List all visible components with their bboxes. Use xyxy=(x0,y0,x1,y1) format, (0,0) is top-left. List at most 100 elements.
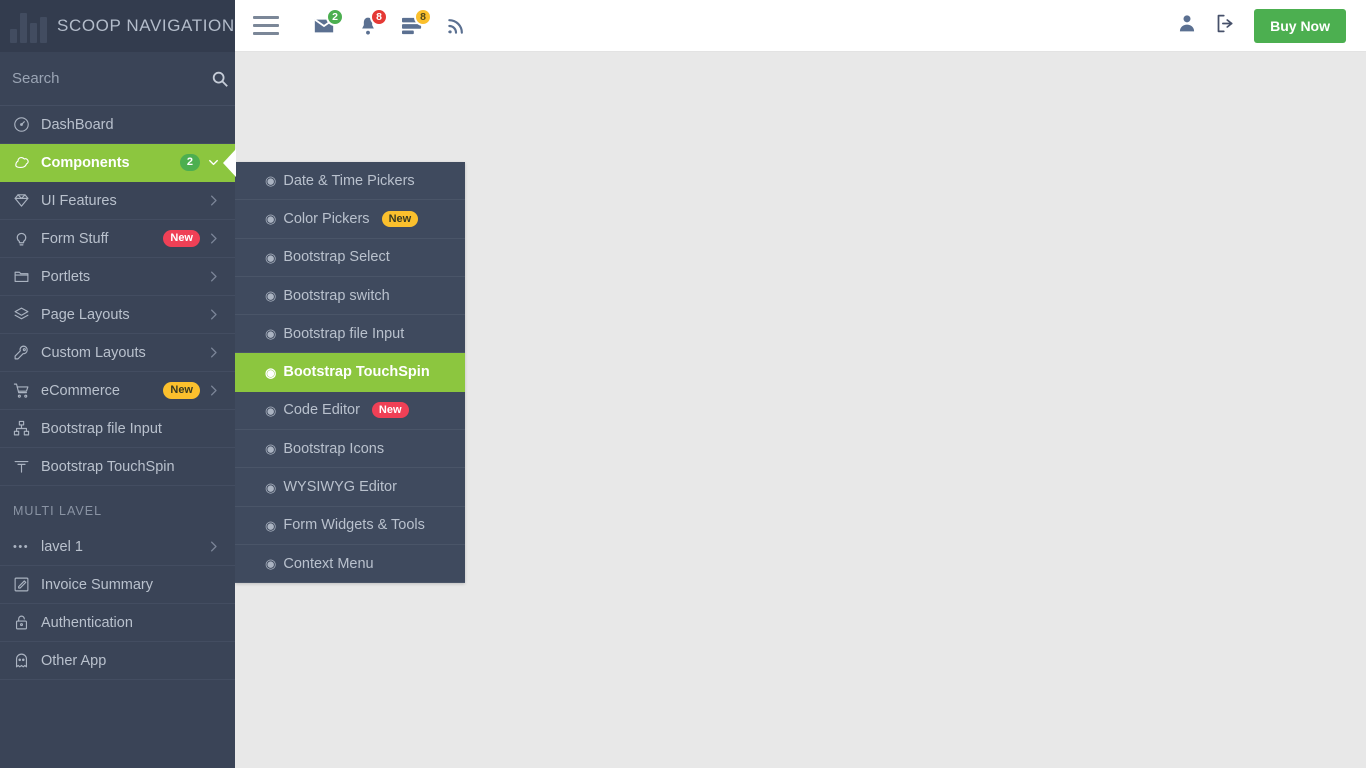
edit-square-icon xyxy=(13,576,35,594)
sitemap-icon xyxy=(13,420,35,438)
speedometer-icon xyxy=(13,116,35,134)
sidebar-item-custom-layouts[interactable]: Custom Layouts xyxy=(0,334,235,372)
hamburger-icon[interactable] xyxy=(253,16,279,35)
submenu-item-label: Bootstrap TouchSpin xyxy=(283,364,430,381)
sidebar-item-label: Bootstrap file Input xyxy=(41,420,162,437)
submenu-item-bootstrap-file-input[interactable]: ◉ Bootstrap file Input xyxy=(235,315,465,354)
chevron-right-icon[interactable] xyxy=(206,193,221,208)
lightbulb-icon xyxy=(13,230,35,248)
sidebar-item-label: Portlets xyxy=(41,268,91,285)
submenu-item-label: Code Editor xyxy=(283,402,360,419)
submenu-item-color-pickers[interactable]: ◉ Color Pickers New xyxy=(235,200,465,239)
submenu-item-bootstrap-select[interactable]: ◉ Bootstrap Select xyxy=(235,239,465,277)
ghost-icon xyxy=(13,652,35,670)
cart-icon xyxy=(13,382,35,400)
sidebar-item-bootstrap-file-input[interactable]: Bootstrap file Input xyxy=(0,410,235,448)
submenu-item-label: Form Widgets & Tools xyxy=(283,517,425,534)
sidebar-item-portlets[interactable]: Portlets xyxy=(0,258,235,296)
sidebar-item-badge: New xyxy=(163,230,200,247)
bell-icon[interactable]: 8 xyxy=(353,7,388,41)
topbar-icon-group: 2 8 8 xyxy=(309,7,471,41)
submenu-item-label: Bootstrap Icons xyxy=(283,440,385,457)
sidebar-item-badge: 2 xyxy=(179,154,200,171)
sidebar-item-invoice-summary[interactable]: Invoice Summary xyxy=(0,566,235,604)
submenu-item-bootstrap-switch[interactable]: ◉ Bootstrap switch xyxy=(235,277,465,316)
sidebar-item-page-layouts[interactable]: Page Layouts xyxy=(0,296,235,334)
chevron-right-icon[interactable] xyxy=(206,269,221,284)
submenu-item-label: Bootstrap file Input xyxy=(283,325,405,342)
chevron-right-icon[interactable] xyxy=(206,539,221,554)
check-circle-icon: ◉ xyxy=(265,517,277,533)
tasks-icon[interactable]: 8 xyxy=(397,7,432,41)
check-circle-icon: ◉ xyxy=(265,479,277,495)
submenu-item-bootstrap-touchspin[interactable]: ◉ Bootstrap TouchSpin xyxy=(235,353,465,392)
brand-title: SCOOP NAVIGATION xyxy=(57,16,235,35)
layers-icon xyxy=(13,306,35,324)
submenu-item-context-menu[interactable]: ◉ Context Menu xyxy=(235,545,465,584)
rss-icon[interactable] xyxy=(441,11,471,41)
bar-chart-icon xyxy=(10,9,47,43)
sidebar-item-form-stuff[interactable]: Form Stuff New xyxy=(0,220,235,258)
tasks-badge: 8 xyxy=(414,7,432,26)
submenu-item-form-widgets-tools[interactable]: ◉ Form Widgets & Tools xyxy=(235,507,465,545)
check-circle-icon: ◉ xyxy=(265,173,277,189)
puzzle-icon xyxy=(13,154,35,172)
submenu-item-code-editor[interactable]: ◉ Code Editor New xyxy=(235,392,465,431)
dots-icon: ••• xyxy=(13,540,30,553)
sidebar-menu: DashBoard Components 2 UI Features Form Stuf… xyxy=(0,106,235,486)
check-circle-icon: ◉ xyxy=(265,249,277,265)
sidebar-item-other-app[interactable]: Other App xyxy=(0,642,235,680)
sidebar-item-label: Other App xyxy=(41,652,107,669)
chevron-right-icon[interactable] xyxy=(206,383,221,398)
sidebar-item-dashboard[interactable]: DashBoard xyxy=(0,106,235,144)
sidebar-item-label: lavel 1 xyxy=(41,538,83,555)
envelope-icon[interactable]: 2 xyxy=(309,7,344,41)
sidebar-item-label: Bootstrap TouchSpin xyxy=(41,458,175,475)
sidebar-item-bootstrap-touchspin[interactable]: Bootstrap TouchSpin xyxy=(0,448,235,486)
submenu-item-label: Bootstrap Select xyxy=(283,249,390,266)
sidebar-item-label: Components xyxy=(41,154,130,171)
chevron-right-icon[interactable] xyxy=(206,345,221,360)
submenu-item-label: WYSIWYG Editor xyxy=(283,479,397,496)
sidebar-item-lavel-1[interactable]: ••• lavel 1 xyxy=(0,528,235,566)
search-icon[interactable] xyxy=(211,70,229,88)
chevron-right-icon[interactable] xyxy=(206,231,221,246)
submenu-item-label: Bootstrap switch xyxy=(283,287,390,304)
submenu-item-badge: New xyxy=(381,210,419,227)
lock-icon xyxy=(13,614,35,632)
logout-icon[interactable] xyxy=(1215,13,1236,39)
sidebar-item-badge: New xyxy=(163,382,200,399)
sidebar-item-label: DashBoard xyxy=(41,116,114,133)
sidebar-section-heading: MULTI LAVEL xyxy=(13,504,103,518)
sidebar-item-ui-features[interactable]: UI Features xyxy=(0,182,235,220)
sidebar-item-authentication[interactable]: Authentication xyxy=(0,604,235,642)
chevron-right-icon[interactable] xyxy=(206,307,221,322)
search-input[interactable] xyxy=(12,70,211,87)
submenu-item-label: Color Pickers xyxy=(283,210,370,227)
sidebar-item-components[interactable]: Components 2 xyxy=(0,144,235,182)
check-circle-icon: ◉ xyxy=(265,441,277,457)
check-circle-icon: ◉ xyxy=(265,288,277,304)
sidebar-item-label: Invoice Summary xyxy=(41,576,154,593)
submenu-item-date-time-pickers[interactable]: ◉ Date & Time Pickers xyxy=(235,162,465,201)
user-icon[interactable] xyxy=(1177,13,1197,38)
sidebar-multilevel-menu: ••• lavel 1 Invoice Summary Authentication O… xyxy=(0,528,235,680)
submenu-item-label: Date & Time Pickers xyxy=(283,172,415,189)
components-submenu: ◉ Date & Time Pickers ◉ Color Pickers New ◉ Bo… xyxy=(235,162,465,584)
sidebar-item-ecommerce[interactable]: eCommerce New xyxy=(0,372,235,410)
search-box[interactable] xyxy=(0,52,235,106)
submenu-item-wysiwyg-editor[interactable]: ◉ WYSIWYG Editor xyxy=(235,468,465,507)
sidebar-item-label: Page Layouts xyxy=(41,306,130,323)
buy-now-button[interactable]: Buy Now xyxy=(1254,8,1346,43)
check-circle-icon: ◉ xyxy=(265,326,277,342)
check-circle-icon: ◉ xyxy=(265,211,277,227)
submenu-item-bootstrap-icons[interactable]: ◉ Bootstrap Icons xyxy=(235,430,465,469)
brand-logo[interactable]: SCOOP NAVIGATION xyxy=(0,0,235,52)
chevron-down-icon[interactable] xyxy=(206,155,221,170)
sidebar-item-label: Custom Layouts xyxy=(41,344,146,361)
sidebar: SCOOP NAVIGATION DashBoard Components 2 UI … xyxy=(0,0,235,768)
check-circle-icon: ◉ xyxy=(265,402,277,418)
touchspin-icon xyxy=(13,458,35,476)
sidebar-item-label: eCommerce xyxy=(41,382,120,399)
sidebar-item-label: Form Stuff xyxy=(41,230,109,247)
